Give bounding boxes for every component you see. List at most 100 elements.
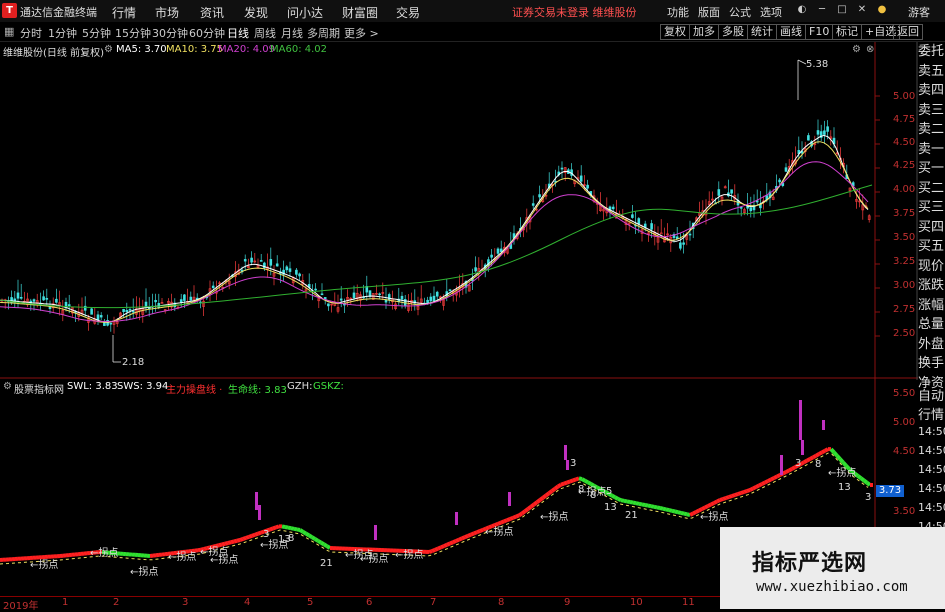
fib-number: 21 — [320, 558, 333, 569]
tab-auto[interactable]: 自动 — [918, 385, 944, 404]
fib-number: 13 — [838, 482, 851, 493]
ytick: 4.00 — [893, 184, 915, 195]
candle-body — [491, 255, 493, 257]
main-control-segment — [669, 510, 672, 511]
panel-item[interactable]: 委托 — [918, 42, 945, 62]
ma60-label: MA60: 4.02 — [270, 44, 327, 55]
main-control-segment — [744, 491, 747, 492]
ma20-label: MA20: 4.09 — [218, 44, 275, 55]
candle-body — [430, 297, 432, 301]
ytick: 3.25 — [893, 256, 915, 267]
time-label: 14:50 — [918, 482, 945, 495]
main-control-segment — [564, 483, 567, 484]
main-control-segment — [498, 523, 501, 524]
main-control-segment — [501, 521, 504, 522]
main-control-segment — [507, 519, 510, 520]
main-control-segment — [522, 511, 525, 513]
main-control-segment — [582, 479, 585, 481]
main-control-segment — [639, 504, 642, 505]
main-control-segment — [540, 498, 543, 500]
main-control-segment — [234, 541, 237, 542]
turn-point-label: ←拐点 — [700, 510, 728, 523]
candle-body — [276, 264, 278, 266]
candle-body — [123, 309, 125, 311]
stock-name: 维维股份(日线 前复权) — [3, 44, 104, 59]
main-control-segment — [651, 506, 654, 507]
panel-item: 涨幅 — [918, 296, 945, 316]
main-control-segment — [327, 546, 330, 548]
ytick: 4.75 — [893, 114, 915, 125]
main-control-segment — [684, 514, 687, 515]
candle-body — [449, 290, 451, 291]
main-control-segment — [789, 469, 792, 471]
life-line-label: 生命线: 3.83 — [228, 381, 287, 396]
settings-gear-icon[interactable]: ⚙ — [104, 44, 113, 55]
candle-body — [183, 295, 185, 301]
ytick: 4.25 — [893, 160, 915, 171]
panel-item: 换手 — [918, 354, 945, 374]
candle-body — [401, 296, 403, 299]
main-control-segment — [663, 509, 666, 510]
main-control-segment — [666, 509, 669, 510]
candle-body — [651, 224, 653, 230]
main-control-segment — [636, 503, 639, 504]
main-control-segment — [300, 530, 303, 532]
chart-canvas[interactable]: ←拐点←拐点←拐点←拐点←拐点←拐点←拐点←拐点←拐点←拐点←拐点←拐点←拐点←… — [0, 0, 945, 609]
main-control-segment — [648, 506, 651, 507]
main-control-segment — [573, 479, 576, 480]
settings-icon[interactable]: ⚙ — [3, 381, 12, 392]
indicator-name: 股票指标网 — [14, 381, 64, 396]
main-control-segment — [612, 496, 615, 498]
main-control-segment — [510, 518, 513, 519]
signal-bar — [455, 512, 458, 525]
candle-body — [315, 289, 317, 290]
candle-body — [683, 243, 685, 245]
main-control-segment — [657, 507, 660, 508]
quote-panel: 委托 卖五 卖四 卖三 卖二 卖一 买一 买二 买三 买四 买五 现价 涨跌 涨… — [918, 42, 945, 393]
main-control-segment — [549, 491, 552, 493]
gear-icon[interactable]: ⚙ — [852, 44, 861, 55]
fib-number: 21 — [625, 510, 638, 521]
candle-body — [779, 180, 781, 182]
candle-body — [321, 294, 323, 295]
main-control-segment — [531, 505, 534, 507]
main-control-segment — [543, 496, 546, 498]
main-control-segment — [654, 507, 657, 508]
candle-body — [532, 204, 534, 206]
panel-item: 买一 — [918, 159, 945, 179]
main-control-segment — [819, 452, 822, 454]
main-control-segment — [513, 517, 516, 518]
date-tick: 9 — [564, 597, 570, 608]
main-control-segment — [837, 456, 840, 459]
date-tick: 3 — [182, 597, 188, 608]
main-control-segment — [660, 508, 663, 509]
ytick: 2.75 — [893, 304, 915, 315]
main-control-segment — [294, 529, 297, 530]
close-panel-icon[interactable]: ⊗ — [866, 44, 874, 55]
time-label: 14:50 — [918, 444, 945, 457]
main-control-segment — [861, 478, 864, 480]
main-control-segment — [576, 478, 579, 479]
main-control-segment — [822, 451, 825, 453]
main-control-segment — [306, 534, 309, 536]
candle-body — [689, 234, 691, 235]
time-label: 14:50 — [918, 425, 945, 438]
candle-body — [580, 176, 582, 181]
turn-point-label: ←拐点 — [540, 510, 568, 523]
main-control-segment — [219, 545, 222, 546]
candle-body — [129, 309, 131, 310]
main-control-segment — [318, 541, 321, 543]
main-control-segment — [696, 511, 699, 513]
candle-body — [244, 259, 246, 261]
date-tick: 7 — [430, 597, 436, 608]
main-control-segment — [690, 514, 693, 516]
main-control-segment — [624, 501, 627, 502]
panel-item: 买五 — [918, 237, 945, 257]
candle-body — [817, 130, 819, 134]
fib-number: 5 — [606, 486, 612, 497]
tab-quote[interactable]: 行情 — [918, 404, 944, 423]
main-control-segment — [450, 542, 453, 543]
lower-ytick: 5.00 — [893, 417, 915, 428]
main-control-segment — [618, 499, 621, 500]
main-control-segment — [324, 544, 327, 546]
